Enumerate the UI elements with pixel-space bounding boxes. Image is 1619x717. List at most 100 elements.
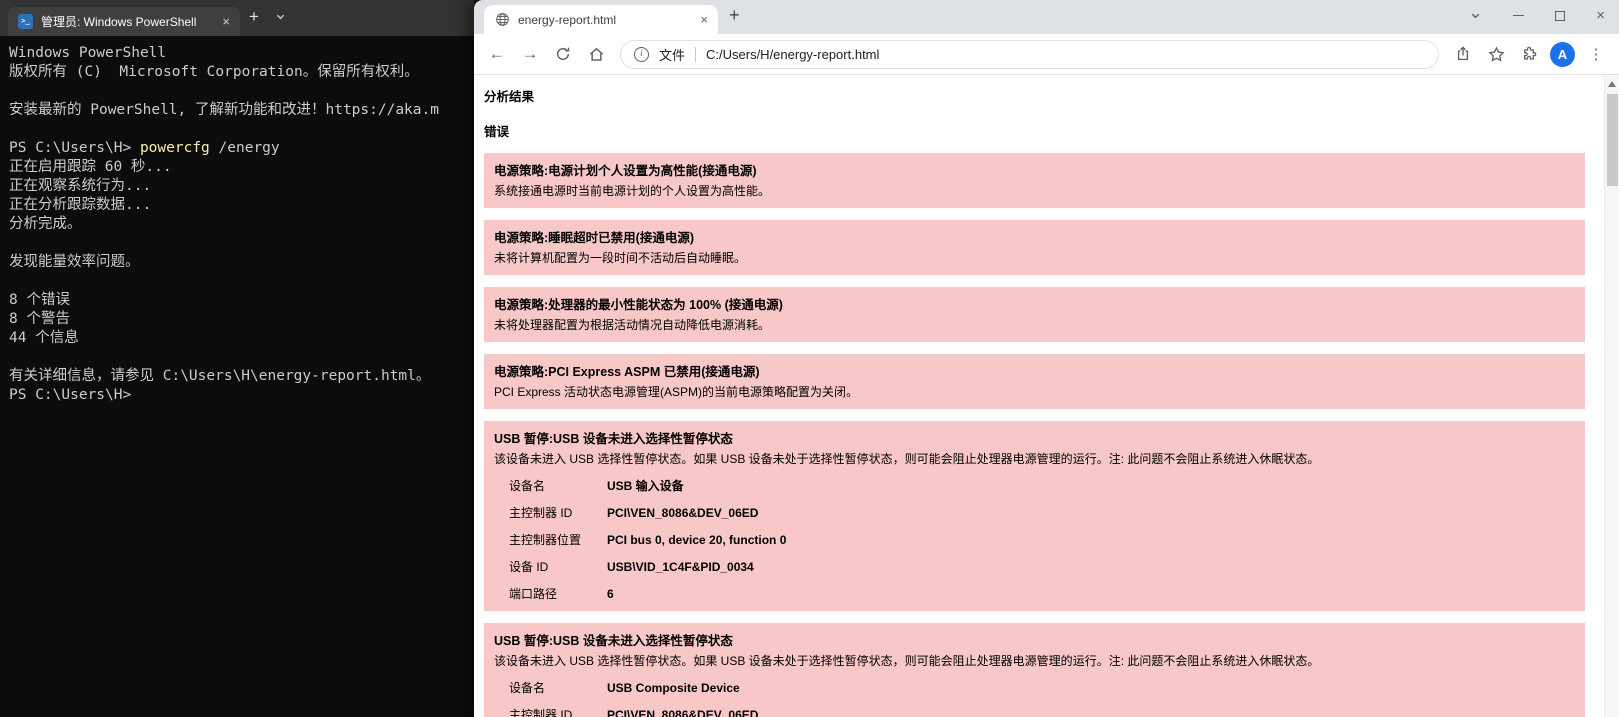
field-value: USB\VID_1C4F&PID_0034: [607, 560, 754, 574]
browser-tab-close-icon[interactable]: ×: [698, 12, 710, 27]
field-label: 设备名: [509, 479, 546, 493]
error-entry: 电源策略:睡眠超时已禁用(接通电源) 未将计算机配置为一段时间不活动后自动睡眠。: [484, 220, 1585, 275]
tab-search-dropdown-icon[interactable]: [1469, 9, 1482, 22]
back-button[interactable]: ←: [482, 39, 512, 69]
terminal-line: PS C:\Users\H> powercfg /energy: [9, 139, 474, 158]
terminal-output[interactable]: Windows PowerShell 版权所有 (C) Microsoft Cor…: [0, 36, 474, 405]
error-title: 电源策略:处理器的最小性能状态为 100% (接通电源): [494, 298, 783, 312]
field-value: USB Composite Device: [607, 681, 740, 695]
terminal-tab-dropdown-icon[interactable]: [268, 10, 293, 23]
error-entry: 电源策略:PCI Express ASPM 已禁用(接通电源) PCI Expre…: [484, 354, 1585, 409]
report-group-heading: 错误: [484, 125, 510, 139]
terminal-line: 8 个错误: [9, 292, 70, 308]
terminal-line: 发现能量效率问题。: [9, 254, 140, 270]
error-field-row: 主控制器 ID PCI\VEN_8086&DEV_06ED: [494, 504, 1575, 521]
scroll-up-icon[interactable]: [1608, 81, 1616, 87]
error-title: USB 暂停:USB 设备未进入选择性暂停状态: [494, 634, 733, 648]
browser-window: energy-report.html × + × ← → i 文件 C:/Use…: [474, 0, 1619, 717]
browser-tab-title: energy-report.html: [518, 12, 617, 27]
maximize-button[interactable]: [1555, 10, 1566, 21]
info-icon[interactable]: i: [634, 46, 649, 62]
terminal-args: /energy: [209, 140, 280, 156]
field-value: USB 输入设备: [607, 479, 684, 493]
terminal-line: 正在观察系统行为...: [9, 178, 152, 194]
address-url: C:/Users/H/energy-report.html: [706, 46, 880, 62]
powershell-icon: >_: [18, 14, 33, 29]
terminal-line: 正在启用跟踪 60 秒...: [9, 159, 172, 175]
home-button[interactable]: [581, 39, 611, 69]
terminal-line: 44 个信息: [9, 330, 79, 346]
field-label: 主控制器位置: [509, 533, 582, 547]
extensions-icon[interactable]: [1514, 39, 1544, 69]
address-scheme-label: 文件: [659, 47, 686, 63]
error-field-row: 设备 ID USB\VID_1C4F&PID_0034: [494, 558, 1575, 575]
field-label: 端口路径: [509, 587, 558, 601]
terminal-tab-bar: >_ 管理员: Windows PowerShell × +: [0, 0, 474, 36]
error-entry: 电源策略:电源计划个人设置为高性能(接通电源) 系统接通电源时当前电源计划的个人设…: [484, 153, 1585, 208]
minimize-button[interactable]: [1513, 15, 1525, 16]
profile-avatar[interactable]: A: [1550, 41, 1575, 67]
field-value: PCI\VEN_8086&DEV_06ED: [607, 506, 759, 520]
bookmark-star-icon[interactable]: [1481, 39, 1511, 69]
terminal-line: 8 个警告: [9, 311, 70, 327]
error-field-row: 设备名 USB Composite Device: [494, 679, 1575, 696]
terminal-line: 分析完成。: [9, 216, 82, 232]
new-tab-button[interactable]: +: [718, 5, 751, 26]
globe-icon: [495, 12, 510, 27]
error-field-row: 主控制器 ID PCI\VEN_8086&DEV_06ED: [494, 706, 1575, 717]
window-controls: ×: [1469, 0, 1605, 31]
report-section-heading: 分析结果: [484, 90, 535, 104]
desktop: >_ 管理员: Windows PowerShell × + Windows P…: [0, 0, 1619, 717]
share-icon[interactable]: [1448, 39, 1478, 69]
error-description: 未将处理器配置为根据活动情况自动降低电源消耗。: [494, 318, 771, 332]
error-title: 电源策略:PCI Express ASPM 已禁用(接通电源): [494, 365, 760, 379]
address-bar[interactable]: i 文件 C:/Users/H/energy-report.html: [620, 39, 1439, 69]
browser-menu-icon[interactable]: ⋮: [1581, 39, 1611, 69]
terminal-line: 有关详细信息，请参见 C:\Users\H\energy-report.html…: [9, 368, 431, 384]
report-page: 分析结果 错误 电源策略:电源计划个人设置为高性能(接通电源) 系统接通电源时当前…: [474, 75, 1619, 717]
error-title: 电源策略:电源计划个人设置为高性能(接通电源): [494, 164, 757, 178]
browser-toolbar: ← → i 文件 C:/Users/H/energy-report.html A…: [474, 34, 1619, 75]
terminal-line: 安装最新的 PowerShell, 了解新功能和改进！https://aka.m: [9, 102, 439, 118]
vertical-scrollbar[interactable]: [1604, 76, 1619, 717]
terminal-tab[interactable]: >_ 管理员: Windows PowerShell ×: [8, 7, 240, 36]
error-field-row: 设备名 USB 输入设备: [494, 477, 1575, 494]
error-title: 电源策略:睡眠超时已禁用(接通电源): [494, 231, 694, 245]
terminal-line: PS C:\Users\H>: [9, 387, 132, 403]
error-description: 该设备未进入 USB 选择性暂停状态。如果 USB 设备未处于选择性暂停状态，则…: [494, 452, 1320, 466]
browser-tab[interactable]: energy-report.html ×: [484, 5, 718, 34]
terminal-tab-title: 管理员: Windows PowerShell: [41, 15, 197, 29]
error-title: USB 暂停:USB 设备未进入选择性暂停状态: [494, 432, 733, 446]
forward-button[interactable]: →: [515, 39, 545, 69]
terminal-command: powercfg: [139, 140, 210, 156]
error-description: 未将计算机配置为一段时间不活动后自动睡眠。: [494, 251, 747, 265]
field-label: 主控制器 ID: [509, 506, 573, 520]
powershell-window: >_ 管理员: Windows PowerShell × + Windows P…: [0, 0, 474, 717]
error-description: PCI Express 活动状态电源管理(ASPM)的当前电源策略配置为关闭。: [494, 385, 859, 399]
error-entry: 电源策略:处理器的最小性能状态为 100% (接通电源) 未将处理器配置为根据活动…: [484, 287, 1585, 342]
error-field-row: 端口路径 6: [494, 585, 1575, 602]
field-value: PCI\VEN_8086&DEV_06ED: [607, 708, 759, 717]
terminal-line: 版权所有 (C) Microsoft Corporation。保留所有权利。: [9, 64, 419, 80]
terminal-line: Windows PowerShell: [9, 45, 167, 61]
error-field-row: 主控制器位置 PCI bus 0, device 20, function 0: [494, 531, 1575, 548]
close-button[interactable]: ×: [1596, 7, 1605, 24]
field-value: 6: [607, 587, 614, 601]
reload-button[interactable]: [548, 39, 578, 69]
terminal-new-tab-button[interactable]: +: [240, 7, 268, 27]
field-label: 设备名: [509, 681, 546, 695]
address-divider: [695, 46, 697, 62]
field-label: 主控制器 ID: [509, 708, 573, 717]
terminal-tab-close-icon[interactable]: ×: [220, 14, 232, 29]
error-entry: USB 暂停:USB 设备未进入选择性暂停状态该设备未进入 USB 选择性暂停状…: [484, 623, 1585, 717]
scrollbar-thumb[interactable]: [1607, 94, 1618, 186]
terminal-prompt: PS C:\Users\H>: [9, 140, 140, 156]
error-list: 电源策略:电源计划个人设置为高性能(接通电源) 系统接通电源时当前电源计划的个人设…: [484, 153, 1585, 717]
terminal-line: 正在分析跟踪数据...: [9, 197, 152, 213]
error-description: 该设备未进入 USB 选择性暂停状态。如果 USB 设备未处于选择性暂停状态，则…: [494, 654, 1320, 668]
